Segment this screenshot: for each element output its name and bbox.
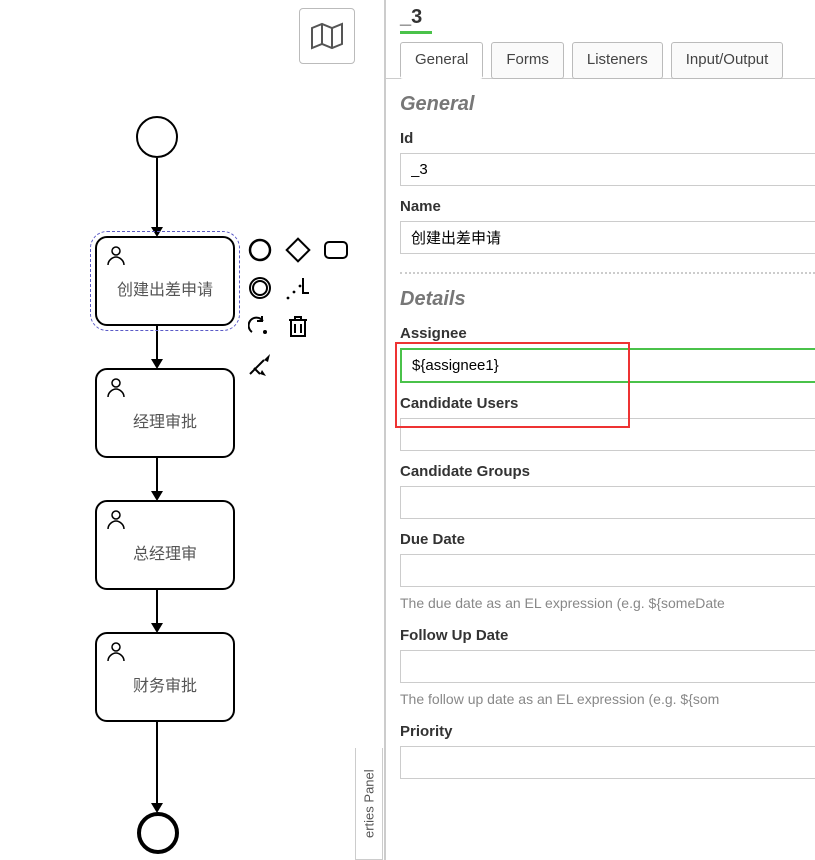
tab-general[interactable]: General [400,42,483,79]
tab-forms[interactable]: Forms [491,42,564,79]
candidate-users-input[interactable] [400,418,815,451]
follow-up-help: The follow up date as an EL expression (… [386,691,815,719]
delete-button[interactable] [282,310,314,342]
priority-label: Priority [386,719,815,746]
section-details-title: Details [386,274,815,321]
due-date-label: Due Date [386,527,815,554]
due-date-input[interactable] [400,554,815,587]
task-label: 总经理审 [97,540,233,564]
sequence-flow [156,722,158,810]
properties-panel: _3 General Forms Listeners Input/Output … [385,0,815,860]
start-event[interactable] [136,116,178,158]
context-pad [244,234,354,386]
user-icon [105,640,127,665]
user-task-4[interactable]: 财务审批 [95,632,235,722]
follow-up-input[interactable] [400,650,815,683]
end-event[interactable] [137,812,179,854]
assignee-label: Assignee [386,321,815,348]
user-icon [105,244,127,269]
priority-input[interactable] [400,746,815,779]
append-intermediate-event-button[interactable] [244,272,276,304]
user-icon [105,508,127,533]
append-annotation-button[interactable] [282,272,314,304]
append-task-button[interactable] [320,234,352,266]
minimap-button[interactable] [299,8,355,64]
append-gateway-button[interactable] [282,234,314,266]
user-task-3[interactable]: 总经理审 [95,500,235,590]
task-label: 经理审批 [97,408,233,432]
append-end-event-button[interactable] [244,234,276,266]
id-label: Id [386,126,815,153]
map-icon [310,22,344,50]
properties-panel-toggle[interactable]: erties Panel [355,748,383,860]
task-label: 财务审批 [97,672,233,696]
change-type-button[interactable] [244,310,276,342]
user-task-1[interactable]: 创建出差申请 [95,236,235,326]
follow-up-label: Follow Up Date [386,623,815,650]
id-input[interactable] [400,153,815,186]
candidate-groups-label: Candidate Groups [386,459,815,486]
task-label: 创建出差申请 [97,276,233,300]
tab-listeners[interactable]: Listeners [572,42,663,79]
name-input[interactable] [400,221,815,254]
user-task-2[interactable]: 经理审批 [95,368,235,458]
bpmn-canvas[interactable]: 创建出差申请 经理审批 总经理审 财务审批 [0,0,385,860]
connect-button[interactable] [244,348,276,380]
candidate-users-label: Candidate Users [386,391,815,418]
name-label: Name [386,194,815,221]
panel-title: _3 [386,0,815,29]
section-general-title: General [386,79,815,126]
tab-input-output[interactable]: Input/Output [671,42,784,79]
assignee-input[interactable] [400,348,815,383]
due-date-help: The due date as an EL expression (e.g. $… [386,595,815,623]
user-icon [105,376,127,401]
candidate-groups-input[interactable] [400,486,815,519]
tab-strip: General Forms Listeners Input/Output [386,34,815,79]
sequence-flow [156,158,158,234]
